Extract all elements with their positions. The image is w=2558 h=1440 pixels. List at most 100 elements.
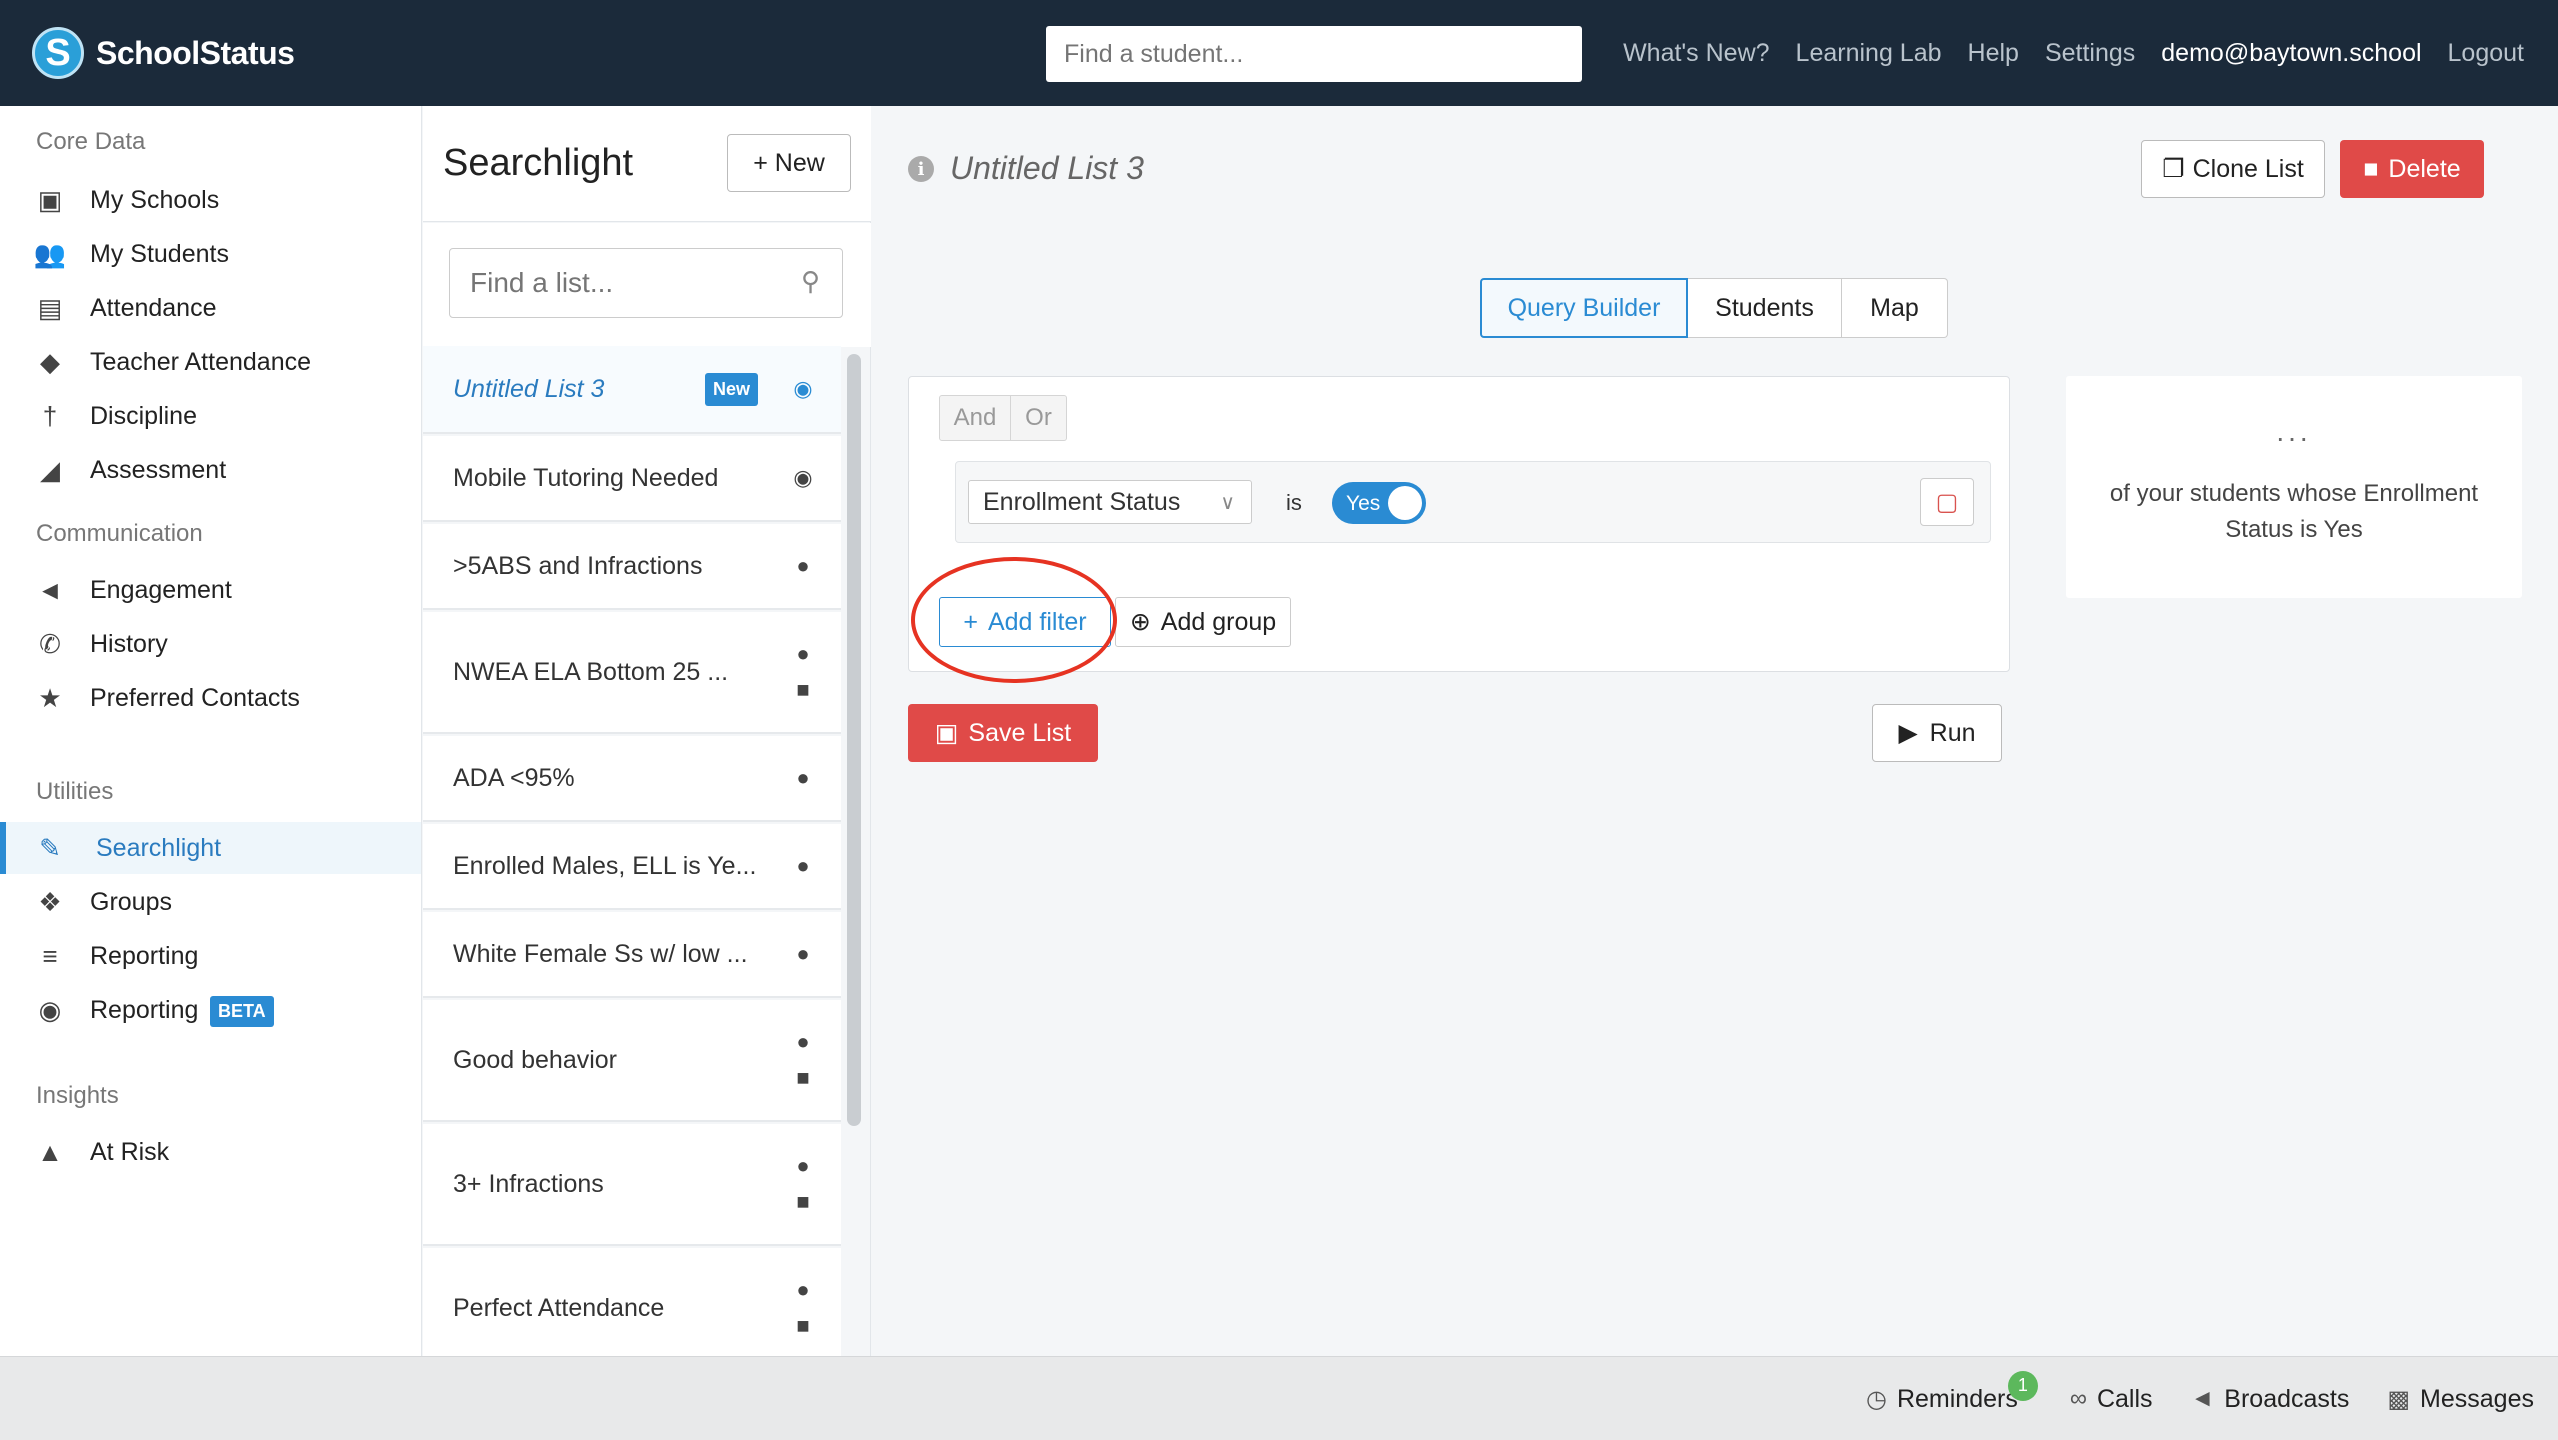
search-icon[interactable]: ⚲ (801, 266, 820, 297)
list-item-icons: ● (785, 941, 821, 967)
list-item[interactable]: ADA <95% ● (423, 736, 841, 822)
section-title-communication: Communication (36, 520, 203, 547)
or-button[interactable]: Or (1011, 395, 1067, 441)
add-group-button[interactable]: ⊕ Add group (1115, 597, 1291, 647)
sidebar-item-preferred-contacts[interactable]: ★ Preferred Contacts (0, 672, 421, 724)
save-icon: ▣ (934, 719, 959, 747)
list-item[interactable]: Perfect Attendance ● ■ (423, 1248, 841, 1356)
chat-icon: ▩ (2387, 1385, 2411, 1413)
reminders-label: Reminders (1896, 1384, 2018, 1413)
tab-query-builder[interactable]: Query Builder (1480, 278, 1688, 338)
clone-list-button[interactable]: ❐ Clone List (2141, 140, 2325, 198)
new-badge: New (705, 372, 759, 406)
list-item-name: >5ABS and Infractions (453, 551, 703, 580)
info-icon[interactable]: i (908, 156, 934, 182)
run-button[interactable]: ▶ Run (1872, 704, 2002, 762)
list-item[interactable]: Enrolled Males, ELL is Ye... ● (423, 824, 841, 910)
sidebar-item-my-students[interactable]: 👥 My Students (0, 228, 421, 280)
star-icon: ★ (38, 682, 62, 713)
delete-list-button[interactable]: ■ Delete (2340, 140, 2484, 198)
save-list-button[interactable]: ▣ Save List (908, 704, 1098, 762)
list-item[interactable]: Untitled List 3 New ◉ (423, 346, 841, 434)
sidebar-item-groups[interactable]: ❖ Groups (0, 876, 421, 928)
and-button[interactable]: And (939, 395, 1011, 441)
lock-icon: ■ (796, 677, 810, 702)
sidebar-item-assessment[interactable]: ◢ Assessment (0, 444, 421, 496)
lock-icon: ■ (796, 1313, 810, 1338)
school-icon: ▣ (37, 184, 63, 215)
sidebar-item-label: My Students (90, 239, 229, 268)
beta-badge: BETA (210, 996, 274, 1027)
list-item[interactable]: Mobile Tutoring Needed ◉ (423, 436, 841, 522)
broadcasts-button[interactable]: ◄ Broadcasts (2191, 1385, 2350, 1414)
globe-icon: ● (796, 1029, 810, 1054)
calls-button[interactable]: ∞ Calls (2070, 1385, 2153, 1414)
students-icon: 👥 (33, 238, 67, 269)
list-item-name: Untitled List 3 (453, 374, 605, 403)
plus-icon: + (753, 148, 775, 177)
sidebar-item-searchlight[interactable]: ✎ Searchlight (0, 822, 421, 874)
sidebar-item-label: Teacher Attendance (90, 347, 311, 376)
value-toggle[interactable]: Yes (1332, 482, 1426, 524)
sidebar-item-engagement[interactable]: ◄ Engagement (0, 564, 421, 616)
toggle-label: Yes (1346, 492, 1381, 515)
globe-icon: ● (796, 853, 810, 878)
list-item-icons: ● (785, 553, 821, 579)
sidebar-item-my-schools[interactable]: ▣ My Schools (0, 174, 421, 226)
sidebar-item-teacher-attendance[interactable]: ◆ Teacher Attendance (0, 336, 421, 388)
plus-icon: + (963, 607, 978, 636)
list-item[interactable]: White Female Ss w/ low ... ● (423, 912, 841, 998)
sidebar-item-discipline[interactable]: † Discipline (0, 390, 421, 442)
field-select[interactable]: Enrollment Status ∨ (968, 480, 1252, 524)
cone-icon: ▲ (37, 1136, 63, 1167)
whats-new-link[interactable]: What's New? (1623, 39, 1769, 68)
logout-link[interactable]: Logout (2448, 39, 2524, 68)
student-search-input[interactable] (1046, 26, 1582, 82)
learning-lab-link[interactable]: Learning Lab (1796, 39, 1942, 68)
reminders-button[interactable]: ◷ Reminders 1 (1866, 1370, 2038, 1414)
tab-map[interactable]: Map (1842, 278, 1948, 338)
list-name-title[interactable]: Untitled List 3 (950, 150, 1144, 187)
list-item[interactable]: >5ABS and Infractions ● (423, 524, 841, 610)
top-navbar: S SchoolStatus What's New? Learning Lab … (0, 0, 2558, 106)
list-item[interactable]: NWEA ELA Bottom 25 ... ● ■ (423, 612, 841, 734)
megaphone-icon: ◄ (2190, 1385, 2215, 1412)
list-search-input[interactable] (449, 248, 843, 318)
sidebar-item-label: Searchlight (96, 833, 222, 862)
list-item[interactable]: 3+ Infractions ● ■ (423, 1124, 841, 1246)
user-email-link[interactable]: demo@baytown.school (2161, 39, 2421, 68)
list-item-name: ADA <95% (453, 763, 575, 792)
sidebar-item-attendance[interactable]: ▤ Attendance (0, 282, 421, 334)
settings-link[interactable]: Settings (2045, 39, 2135, 68)
record-icon: ◉ (38, 994, 62, 1025)
sidebar-item-at-risk[interactable]: ▲ At Risk (0, 1126, 421, 1178)
tab-students[interactable]: Students (1688, 278, 1842, 338)
phone-icon: ✆ (39, 628, 61, 659)
add-filter-button[interactable]: + Add filter (939, 597, 1111, 647)
save-list-label: Save List (968, 718, 1072, 747)
sidebar-item-reporting[interactable]: ≡ Reporting (0, 930, 421, 982)
calls-label: Calls (2096, 1384, 2153, 1413)
app-logo[interactable]: S SchoolStatus (32, 26, 295, 80)
messages-button[interactable]: ▩ Messages (2387, 1385, 2534, 1414)
groups-icon: ❖ (38, 886, 62, 917)
delete-rule-button[interactable]: ▢ (1920, 478, 1974, 526)
sidebar-item-history[interactable]: ✆ History (0, 618, 421, 670)
saved-lists: Untitled List 3 New ◉ Mobile Tutoring Ne… (423, 346, 841, 1356)
globe-icon: ● (796, 553, 810, 578)
list-item-icons: ◉ (785, 465, 821, 491)
result-summary-card: ... of your students whose Enrollment St… (2066, 376, 2522, 598)
globe-icon: ● (796, 765, 810, 790)
messages-label: Messages (2420, 1384, 2534, 1413)
result-description: of your students whose Enrollment Status… (2109, 480, 2479, 543)
list-item[interactable]: Good behavior ● ■ (423, 1000, 841, 1122)
list-item-icons: ● (785, 853, 821, 879)
sidebar-item-reporting-beta[interactable]: ◉ Reporting BETA (0, 984, 421, 1036)
section-title-insights: Insights (36, 1082, 119, 1109)
list-item-name: 3+ Infractions (453, 1169, 604, 1198)
list-scrollbar[interactable] (847, 354, 861, 1126)
help-link[interactable]: Help (1968, 39, 2019, 68)
sidebar-item-label: At Risk (90, 1137, 170, 1166)
globe-icon: ● (796, 941, 810, 966)
new-list-button[interactable]: + New (727, 134, 851, 192)
